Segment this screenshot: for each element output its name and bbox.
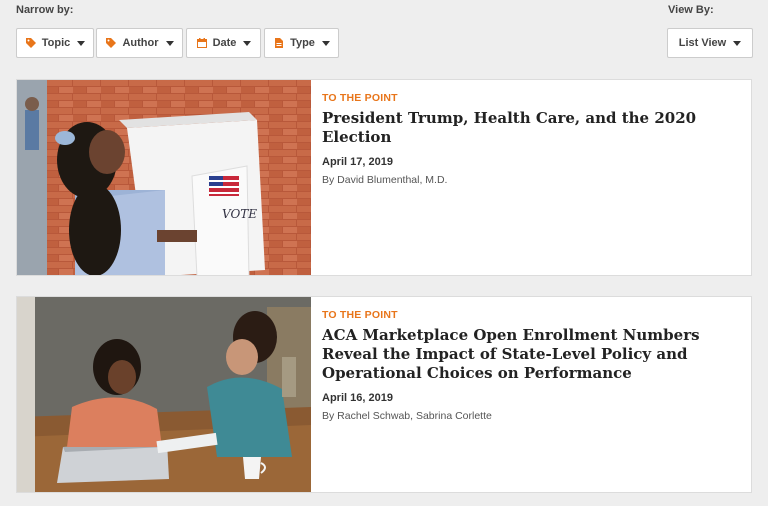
article-card[interactable]: VOTE TO THE POINT President Trump, Healt… <box>16 79 752 276</box>
tag-icon <box>25 38 36 48</box>
chevron-down-icon <box>733 40 742 46</box>
article-kicker: TO THE POINT <box>322 92 398 104</box>
topic-filter-label: Topic <box>41 37 71 49</box>
voting-booth-photo[interactable]: VOTE <box>17 80 311 275</box>
article-title[interactable]: President Trump, Health Care, and the 20… <box>322 109 741 147</box>
article-title[interactable]: ACA Marketplace Open Enrollment Numbers … <box>322 326 741 383</box>
view-mode-label: List View <box>678 37 727 49</box>
article-card[interactable]: TO THE POINT ACA Marketplace Open Enroll… <box>16 296 752 493</box>
chevron-down-icon <box>321 40 330 46</box>
type-filter-label: Type <box>290 37 315 49</box>
svg-text:VOTE: VOTE <box>222 207 257 221</box>
chevron-down-icon <box>165 40 174 46</box>
view-by-label: View By: <box>668 4 714 16</box>
document-icon <box>275 38 284 48</box>
laptop-meeting-photo[interactable] <box>17 297 311 492</box>
type-filter-button[interactable]: Type <box>264 28 339 58</box>
tag-icon <box>106 38 117 48</box>
author-filter-label: Author <box>122 37 159 49</box>
article-byline: By David Blumenthal, M.D. <box>322 174 448 186</box>
calendar-icon <box>196 38 207 48</box>
date-filter-button[interactable]: Date <box>186 28 261 58</box>
topic-filter-button[interactable]: Topic <box>16 28 94 58</box>
view-mode-select[interactable]: List View <box>667 28 753 58</box>
author-filter-button[interactable]: Author <box>96 28 183 58</box>
article-kicker: TO THE POINT <box>322 309 398 321</box>
article-date: April 16, 2019 <box>322 392 393 404</box>
chevron-down-icon <box>77 40 86 46</box>
date-filter-label: Date <box>212 37 237 49</box>
chevron-down-icon <box>243 40 252 46</box>
article-date: April 17, 2019 <box>322 156 393 168</box>
narrow-by-label: Narrow by: <box>16 4 74 16</box>
article-byline: By Rachel Schwab, Sabrina Corlette <box>322 410 492 422</box>
